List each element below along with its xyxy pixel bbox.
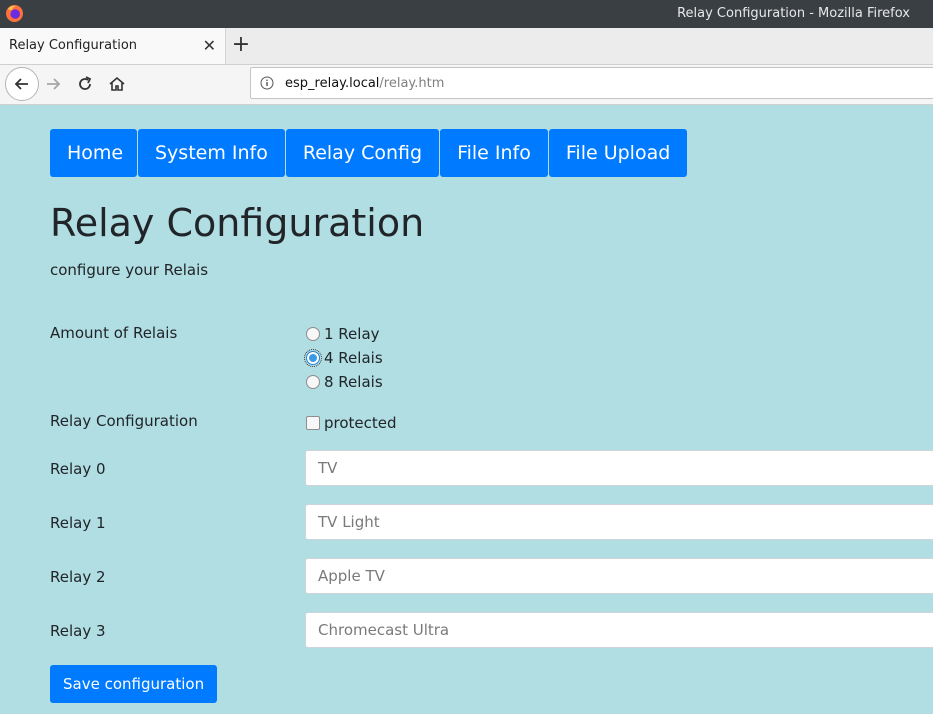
- menu-item-home[interactable]: Home: [50, 129, 137, 177]
- tab-relay-configuration[interactable]: Relay Configuration ✕: [0, 28, 226, 64]
- back-arrow-icon: [14, 78, 28, 90]
- protected-checkbox[interactable]: [306, 416, 320, 430]
- protection-label: Relay Configuration: [50, 412, 198, 430]
- tab-strip: Relay Configuration ✕ +: [0, 28, 933, 65]
- protected-checkbox-row[interactable]: protected: [306, 413, 397, 433]
- new-tab-button[interactable]: +: [229, 32, 253, 58]
- firefox-logo-icon: [5, 4, 24, 23]
- window-titlebar: Relay Configuration - Mozilla Firefox: [0, 0, 933, 28]
- checkbox-label: protected: [324, 414, 397, 432]
- url-host: esp_relay.local: [285, 76, 380, 91]
- radio-label: 8 Relais: [324, 373, 383, 391]
- menu-item-file-info[interactable]: File Info: [440, 129, 548, 177]
- relay-1-input[interactable]: TV Light: [305, 504, 933, 540]
- page-title: Relay Configuration: [50, 201, 425, 245]
- tab-label: Relay Configuration: [9, 38, 138, 53]
- close-icon[interactable]: ✕: [203, 36, 216, 55]
- menu-item-relay-config[interactable]: Relay Config: [285, 129, 440, 177]
- radio-1-relay[interactable]: 1 Relay: [306, 324, 380, 344]
- home-icon: [109, 76, 125, 91]
- back-button[interactable]: [5, 67, 39, 101]
- url-path: /relay.htm: [379, 76, 445, 91]
- relay-3-label: Relay 3: [50, 622, 106, 640]
- amount-label: Amount of Relais: [50, 324, 178, 342]
- relay-3-input[interactable]: Chromecast Ultra: [305, 612, 933, 648]
- radio-4-relais[interactable]: 4 Relais: [304, 348, 383, 368]
- page-content: Home System Info Relay Config File Info …: [0, 105, 933, 714]
- radio-button[interactable]: [306, 327, 320, 341]
- url-text: esp_relay.local/relay.htm: [285, 76, 444, 91]
- page-subtitle: configure your Relais: [50, 261, 209, 279]
- save-configuration-button[interactable]: Save configuration: [50, 665, 218, 703]
- nav-toolbar: esp_relay.local/relay.htm: [0, 65, 933, 105]
- radio-label: 1 Relay: [324, 325, 380, 343]
- forward-arrow-icon: [47, 78, 61, 90]
- relay-2-label: Relay 2: [50, 568, 106, 586]
- address-bar[interactable]: esp_relay.local/relay.htm: [250, 67, 933, 99]
- home-button[interactable]: [102, 69, 132, 99]
- radio-button-selected[interactable]: [304, 349, 322, 367]
- radio-button[interactable]: [306, 375, 320, 389]
- forward-button[interactable]: [38, 69, 68, 99]
- relay-2-input[interactable]: Apple TV: [305, 558, 933, 594]
- reload-icon: [79, 76, 92, 90]
- radio-8-relais[interactable]: 8 Relais: [306, 372, 383, 392]
- radio-label: 4 Relais: [324, 349, 383, 367]
- reload-button[interactable]: [70, 69, 100, 99]
- relay-1-label: Relay 1: [50, 514, 106, 532]
- window-title: Relay Configuration - Mozilla Firefox: [677, 6, 910, 21]
- menu-item-system-info[interactable]: System Info: [138, 129, 285, 177]
- relay-0-label: Relay 0: [50, 460, 106, 478]
- top-menu: Home System Info Relay Config File Info …: [50, 129, 688, 177]
- info-icon[interactable]: [260, 76, 274, 90]
- menu-item-file-upload[interactable]: File Upload: [548, 129, 688, 177]
- relay-0-input[interactable]: TV: [305, 450, 933, 486]
